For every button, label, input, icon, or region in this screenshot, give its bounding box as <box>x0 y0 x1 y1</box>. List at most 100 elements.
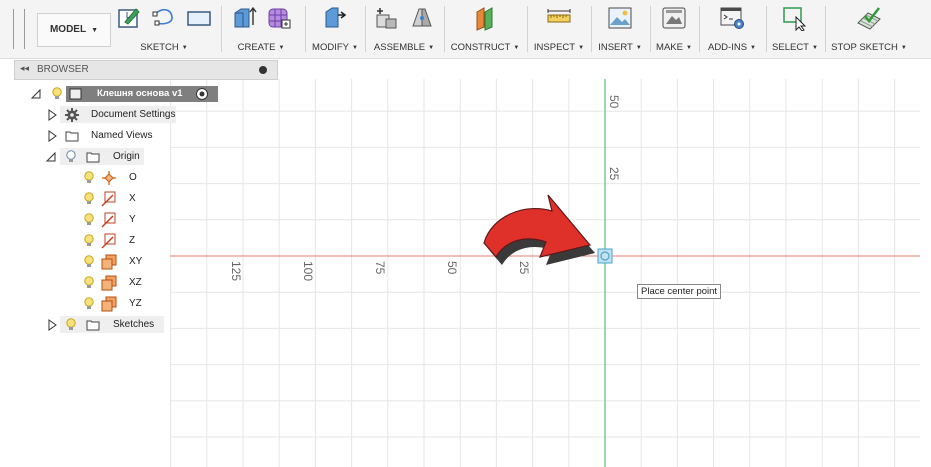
offset-plane-icon[interactable] <box>472 5 498 31</box>
collapsed-triangle-icon[interactable] <box>47 319 57 331</box>
axis-icon <box>101 233 116 249</box>
red-curved-arrow-annotation <box>483 194 595 265</box>
tooltip: Place center point <box>637 284 722 299</box>
assemble-group: ASSEMBLE ▼ <box>366 0 442 58</box>
x-tick-label: 75 <box>373 261 387 275</box>
modify-menu-label[interactable]: MODIFY <box>312 42 349 53</box>
assemble-menu-label[interactable]: ASSEMBLE <box>374 42 425 53</box>
insert-image-icon[interactable] <box>607 5 633 31</box>
toolbar: MODEL ▼ SKETCH ▼ CREATE ▼ MODIFY ▼ ASSEMBLE <box>0 0 931 59</box>
form-icon[interactable] <box>266 5 292 31</box>
create-sketch-icon[interactable] <box>116 5 142 31</box>
x-tick-label: 50 <box>445 261 459 275</box>
x-tick-label: 125 <box>229 261 243 281</box>
browser-header[interactable]: ◂◂ BROWSER <box>14 60 278 80</box>
minimize-icon[interactable] <box>259 66 267 74</box>
tree-item-label: Z <box>129 235 136 246</box>
plane-icon <box>101 296 117 312</box>
axis-icon <box>101 212 116 228</box>
make-menu-label[interactable]: MAKE <box>656 42 683 53</box>
rectangle-icon[interactable] <box>186 5 212 31</box>
stop-sketch-menu-label[interactable]: STOP SKETCH <box>831 42 898 53</box>
lightbulb-icon[interactable] <box>83 297 95 311</box>
x-tick-label: 100 <box>301 261 315 281</box>
workspace-mode-label: MODEL <box>49 24 87 35</box>
joint-icon[interactable] <box>409 5 435 31</box>
select-menu-label[interactable]: SELECT <box>772 42 809 53</box>
lightbulb-outline-icon[interactable] <box>65 150 77 164</box>
scripts-addins-icon[interactable] <box>719 5 745 31</box>
folder-icon <box>86 320 100 331</box>
collapsed-triangle-icon[interactable] <box>47 130 57 142</box>
tree-item-label: O <box>129 172 137 183</box>
lightbulb-icon[interactable] <box>83 192 95 206</box>
x-tick-label: 25 <box>517 261 531 275</box>
spline-icon[interactable] <box>151 5 177 31</box>
extrude-icon[interactable] <box>231 5 257 31</box>
tree-item-label: Named Views <box>91 130 153 141</box>
sketch-grid: 125 100 75 50 25 50 25 <box>170 79 920 467</box>
folder-icon <box>86 152 100 163</box>
tree-item-y-axis[interactable]: Y <box>80 211 150 229</box>
y-tick-label: 50 <box>607 95 621 109</box>
create-group: CREATE ▼ <box>222 0 300 58</box>
stop-sketch-icon[interactable] <box>856 5 882 31</box>
tree-item-xz-plane[interactable]: XZ <box>80 274 150 292</box>
tree-item-label: Origin <box>113 151 140 162</box>
select-icon[interactable] <box>782 5 808 31</box>
chevron-down-icon: ▼ <box>91 27 99 34</box>
select-group: SELECT ▼ <box>767 0 823 58</box>
3d-print-icon[interactable] <box>661 5 687 31</box>
tree-item-yz-plane[interactable]: YZ <box>80 295 150 313</box>
activate-radio-icon[interactable] <box>195 87 209 101</box>
collapsed-triangle-icon[interactable] <box>47 109 57 121</box>
lightbulb-icon[interactable] <box>83 171 95 185</box>
expanded-triangle-icon[interactable] <box>45 151 57 163</box>
new-component-icon[interactable] <box>374 5 400 31</box>
expanded-triangle-icon[interactable] <box>30 88 42 100</box>
tree-item-named-views[interactable]: Named Views <box>45 127 165 145</box>
add-ins-menu-label[interactable]: ADD-INS <box>708 42 747 53</box>
tree-item-label: Y <box>129 214 136 225</box>
press-pull-icon[interactable] <box>322 5 348 31</box>
tree-item-sketches[interactable]: Sketches <box>45 316 165 334</box>
tree-item-z-axis[interactable]: Z <box>80 232 150 250</box>
axis-icon <box>101 191 116 207</box>
collapse-left-icon[interactable]: ◂◂ <box>20 63 29 74</box>
lightbulb-icon[interactable] <box>83 276 95 290</box>
plane-icon <box>101 254 117 270</box>
lightbulb-icon[interactable] <box>83 234 95 248</box>
tree-root-component[interactable]: Клешня основа v1 <box>30 85 220 103</box>
lightbulb-icon[interactable] <box>65 318 77 332</box>
measure-icon[interactable] <box>546 5 572 31</box>
lightbulb-icon[interactable] <box>51 87 63 101</box>
component-icon <box>69 88 82 100</box>
tree-item-origin-point[interactable]: O <box>80 169 150 187</box>
modify-group: MODIFY ▼ <box>306 0 364 58</box>
sketch-group: SKETCH ▼ <box>112 0 216 58</box>
workspace-mode-dropdown[interactable]: MODEL ▼ <box>37 13 111 47</box>
tree-item-label: XZ <box>129 277 142 288</box>
folder-icon <box>65 131 79 142</box>
tree-item-label: X <box>129 193 136 204</box>
origin-point-marker[interactable] <box>597 248 613 264</box>
browser-title: BROWSER <box>37 64 89 75</box>
sketch-canvas[interactable]: 125 100 75 50 25 50 25 <box>170 79 920 467</box>
tree-item-x-axis[interactable]: X <box>80 190 150 208</box>
add-ins-group: ADD-INS ▼ <box>700 0 764 58</box>
create-menu-label[interactable]: CREATE <box>238 42 276 53</box>
lightbulb-icon[interactable] <box>83 255 95 269</box>
inspect-menu-label[interactable]: INSPECT <box>534 42 575 53</box>
insert-menu-label[interactable]: INSERT <box>598 42 633 53</box>
tree-item-document-settings[interactable]: Document Settings <box>45 106 180 124</box>
sketch-menu-label[interactable]: SKETCH <box>140 42 179 53</box>
tree-item-label: Sketches <box>113 319 155 330</box>
construct-menu-label[interactable]: CONSTRUCT <box>451 42 511 53</box>
tree-item-xy-plane[interactable]: XY <box>80 253 150 271</box>
tree-item-label: Document Settings <box>91 109 176 120</box>
gear-icon <box>65 108 79 122</box>
lightbulb-icon[interactable] <box>83 213 95 227</box>
toolbar-grip[interactable] <box>13 9 25 49</box>
y-tick-label: 25 <box>607 167 621 181</box>
tree-item-origin[interactable]: Origin <box>45 148 155 166</box>
